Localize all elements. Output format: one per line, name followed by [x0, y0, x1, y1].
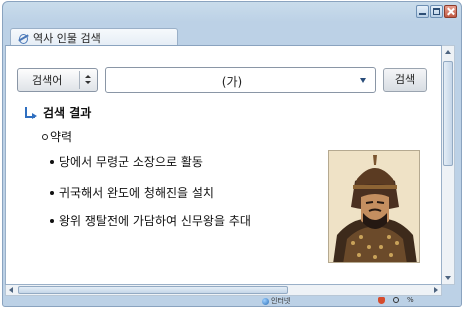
- list-item-text: 왕위 쟁탈전에 가담하여 신무왕을 추대: [59, 214, 251, 228]
- status-bar: 인터넷 %: [0, 296, 464, 306]
- dropdown-arrow-icon[interactable]: [360, 78, 366, 83]
- zoom-label[interactable]: %: [407, 296, 414, 304]
- results-header: 검색 결과: [24, 104, 91, 121]
- zoom-icon[interactable]: [393, 297, 399, 303]
- scroll-left-icon[interactable]: [9, 287, 13, 293]
- search-type-select[interactable]: 검색어: [17, 68, 98, 92]
- search-query-value: (가): [221, 75, 243, 89]
- globe-icon: [262, 297, 269, 305]
- protected-mode-icon[interactable]: [378, 296, 385, 304]
- profile-section: 약력: [42, 128, 72, 145]
- tab-label: 역사 인물 검색: [33, 32, 101, 45]
- close-icon: [447, 8, 454, 15]
- search-button[interactable]: 검색: [383, 68, 427, 92]
- spin-down-icon[interactable]: [85, 81, 91, 84]
- portrait-image: [328, 150, 420, 263]
- list-item: 왕위 쟁탈전에 가담하여 신무왕을 추대: [50, 212, 251, 229]
- bullet-icon: [50, 218, 54, 223]
- status-tools: %: [378, 296, 414, 304]
- scroll-right-icon[interactable]: [434, 287, 438, 293]
- scroll-down-icon[interactable]: [445, 276, 451, 280]
- close-button[interactable]: [444, 5, 457, 18]
- spinner-icon[interactable]: [79, 71, 95, 89]
- ie-icon: [19, 33, 29, 44]
- results-title: 검색 결과: [43, 106, 92, 120]
- search-query-input[interactable]: (가): [105, 67, 376, 93]
- list-item: 당에서 무령군 소장으로 활동: [50, 153, 203, 170]
- search-type-label: 검색어: [32, 74, 63, 87]
- maximize-button[interactable]: [430, 5, 443, 18]
- section-label: 약력: [50, 130, 73, 144]
- maximize-icon: [433, 8, 440, 15]
- list-item: 귀국해서 완도에 청해진을 설치: [50, 184, 214, 201]
- circle-bullet-icon: [42, 133, 48, 140]
- title-bar: [3, 2, 461, 24]
- security-zone[interactable]: 인터넷: [262, 296, 290, 306]
- spin-up-icon[interactable]: [85, 75, 91, 78]
- bullet-icon: [50, 159, 54, 164]
- list-item-text: 귀국해서 완도에 청해진을 설치: [59, 186, 214, 200]
- vertical-scroll-thumb[interactable]: [443, 61, 453, 166]
- minimize-button[interactable]: [416, 5, 429, 18]
- bullet-icon: [50, 190, 54, 195]
- minimize-icon: [419, 8, 426, 15]
- window-controls: [416, 5, 457, 18]
- list-item-text: 당에서 무령군 소장으로 활동: [59, 155, 203, 169]
- vertical-scrollbar[interactable]: [442, 45, 455, 285]
- return-arrow-icon: [24, 106, 37, 119]
- scroll-up-icon[interactable]: [445, 50, 451, 54]
- zone-label: 인터넷: [271, 297, 291, 305]
- horizontal-scroll-thumb[interactable]: [18, 286, 288, 294]
- warrior-portrait-icon: [329, 151, 419, 262]
- horizontal-scrollbar[interactable]: [5, 285, 442, 296]
